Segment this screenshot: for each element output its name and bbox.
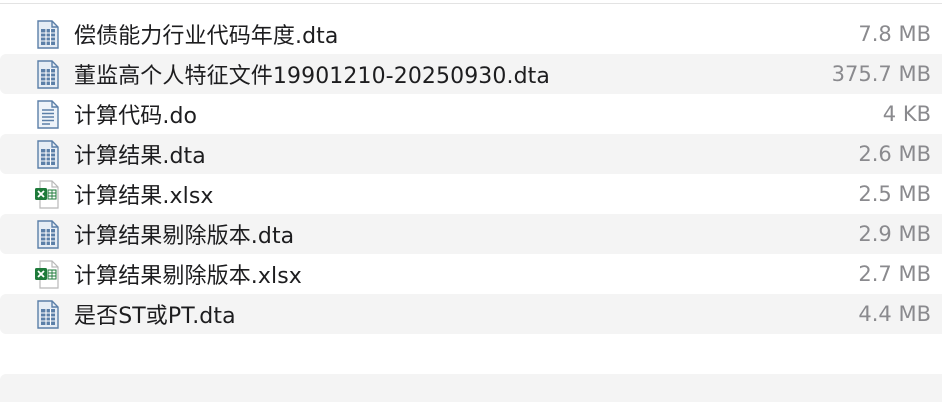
document-icon (34, 60, 61, 89)
excel-icon (34, 180, 61, 209)
document-icon (34, 140, 61, 169)
file-name: 计算结果剔除版本.xlsx (74, 264, 302, 289)
file-size: 375.7 MB (831, 62, 931, 86)
file-row[interactable]: 计算结果.xlsx 2.5 MB (0, 174, 942, 214)
file-name: 计算代码.do (74, 104, 198, 129)
text-file-icon (34, 100, 61, 129)
file-name: 计算结果.xlsx (74, 184, 214, 209)
excel-icon (34, 260, 61, 289)
file-row[interactable]: 计算结果剔除版本.xlsx 2.7 MB (0, 254, 942, 294)
file-row[interactable]: 是否ST或PT.dta 4.4 MB (0, 294, 942, 334)
empty-row-band (0, 374, 942, 402)
document-icon (34, 20, 61, 49)
file-name: 偿债能力行业代码年度.dta (74, 24, 339, 49)
file-size: 2.5 MB (858, 182, 931, 206)
file-row[interactable]: 计算结果.dta 2.6 MB (0, 134, 942, 174)
file-name: 计算结果剔除版本.dta (74, 224, 295, 249)
file-list: 偿债能力行业代码年度.dta 7.8 MB 董监高个人特征文件19901210-… (0, 0, 942, 402)
file-row[interactable]: 计算代码.do 4 KB (0, 94, 942, 134)
file-rows: 偿债能力行业代码年度.dta 7.8 MB 董监高个人特征文件19901210-… (0, 14, 942, 334)
document-icon (34, 300, 61, 329)
file-size: 4.4 MB (858, 302, 931, 326)
document-icon (34, 220, 61, 249)
file-size: 2.9 MB (858, 222, 931, 246)
file-size: 4 KB (882, 102, 931, 126)
file-size: 7.8 MB (858, 22, 931, 46)
file-row[interactable]: 董监高个人特征文件19901210-20250930.dta 375.7 MB (0, 54, 942, 94)
file-name: 计算结果.dta (74, 144, 206, 169)
file-size: 2.6 MB (858, 142, 931, 166)
file-row[interactable]: 偿债能力行业代码年度.dta 7.8 MB (0, 14, 942, 54)
file-row[interactable]: 计算结果剔除版本.dta 2.9 MB (0, 214, 942, 254)
top-divider (0, 3, 942, 4)
file-name: 董监高个人特征文件19901210-20250930.dta (74, 64, 550, 89)
file-name: 是否ST或PT.dta (74, 304, 236, 329)
file-size: 2.7 MB (858, 262, 931, 286)
